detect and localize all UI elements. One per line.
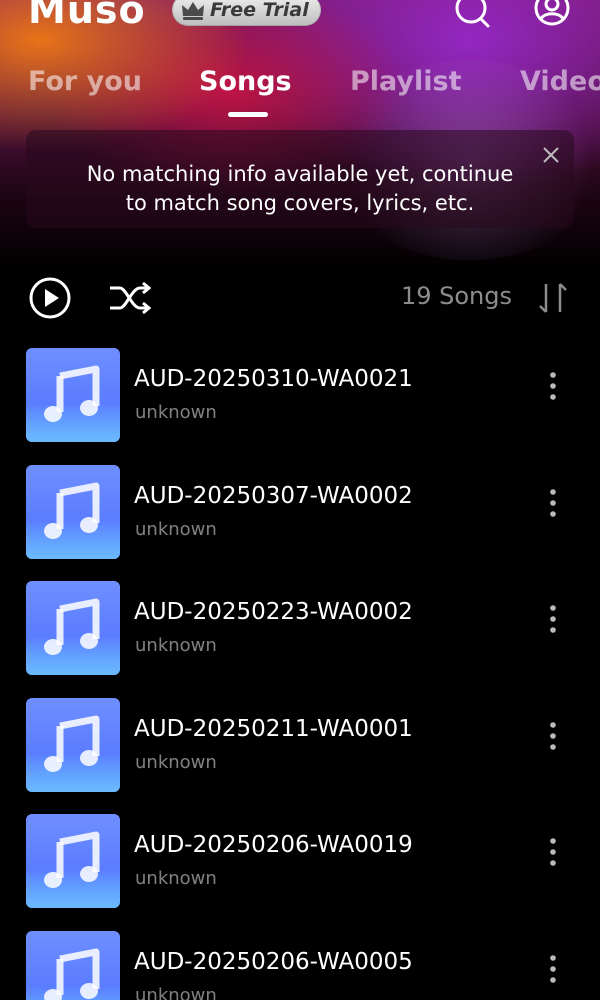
active-tab-indicator (228, 112, 268, 117)
music-app: Muso Free Trial For you Songs Playlist V… (0, 0, 600, 1000)
song-row[interactable]: AUD-20250206-WA0005 unknown (0, 929, 600, 1000)
profile-icon[interactable] (532, 0, 572, 32)
play-circle-icon[interactable] (28, 276, 72, 320)
song-title: AUD-20250206-WA0005 (134, 948, 413, 975)
playback-controls: 19 Songs (0, 270, 600, 326)
music-note-icon (44, 831, 100, 888)
song-row[interactable]: AUD-20250223-WA0002 unknown (0, 579, 600, 696)
tab-bar: For you Songs Playlist Video (0, 60, 600, 120)
more-options-icon[interactable] (540, 953, 566, 987)
banner-line-2: to match song covers, lyrics, etc. (125, 191, 475, 215)
search-icon[interactable] (452, 0, 492, 32)
song-row[interactable]: AUD-20250206-WA0019 unknown (0, 812, 600, 929)
song-list: AUD-20250310-WA0021 unknown AUD-20250307… (0, 346, 600, 1000)
song-row[interactable]: AUD-20250307-WA0002 unknown (0, 463, 600, 580)
song-row[interactable]: AUD-20250211-WA0001 unknown (0, 696, 600, 813)
top-bar: Muso Free Trial (0, 0, 600, 40)
song-cover (26, 697, 120, 792)
tab-for-you[interactable]: For you (28, 66, 142, 97)
song-cover (26, 814, 120, 908)
banner-message[interactable]: No matching info available yet, continue… (26, 160, 574, 218)
song-artist: unknown (135, 868, 217, 889)
banner-line-1: No matching info available yet, continue (86, 162, 514, 186)
shuffle-icon[interactable] (108, 280, 152, 316)
tab-songs[interactable]: Songs (199, 66, 292, 97)
free-trial-label: Free Trial (210, 0, 309, 21)
music-note-icon (44, 365, 100, 422)
free-trial-button[interactable]: Free Trial (172, 0, 321, 26)
song-title: AUD-20250223-WA0002 (134, 599, 413, 625)
music-note-icon (44, 948, 100, 1000)
song-cover (26, 581, 120, 675)
song-title: AUD-20250307-WA0002 (134, 482, 413, 509)
song-title: AUD-20250211-WA0001 (134, 715, 413, 742)
song-cover (26, 348, 120, 442)
music-note-icon (44, 482, 100, 539)
more-options-icon[interactable] (540, 720, 566, 754)
crown-icon (182, 2, 204, 20)
tab-playlist[interactable]: Playlist (350, 66, 462, 97)
music-note-icon (44, 598, 100, 655)
more-options-icon[interactable] (540, 836, 566, 870)
song-row[interactable]: AUD-20250310-WA0021 unknown (0, 346, 600, 463)
song-title: AUD-20250310-WA0021 (134, 366, 413, 392)
match-info-banner: No matching info available yet, continue… (26, 130, 574, 228)
song-artist: unknown (135, 402, 217, 423)
song-artist: unknown (135, 518, 217, 540)
tab-video[interactable]: Video (520, 66, 600, 97)
song-count: 19 Songs (400, 282, 512, 310)
more-options-icon[interactable] (540, 603, 566, 637)
app-logo: Muso (28, 0, 146, 32)
song-title: AUD-20250206-WA0019 (134, 832, 413, 858)
music-note-icon (44, 715, 100, 772)
sort-icon[interactable] (536, 280, 570, 316)
song-cover (26, 930, 120, 1000)
more-options-icon[interactable] (540, 370, 566, 404)
song-artist: unknown (135, 635, 217, 656)
song-cover (26, 464, 120, 559)
song-artist: unknown (135, 751, 217, 773)
song-artist: unknown (135, 984, 217, 1000)
more-options-icon[interactable] (540, 487, 566, 521)
